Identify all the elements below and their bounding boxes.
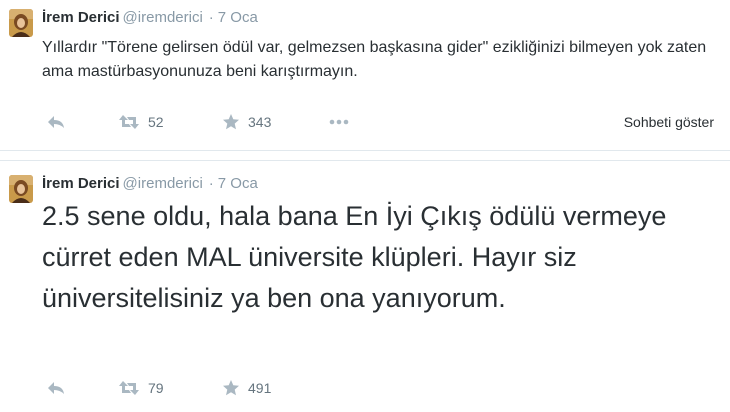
- more-dots-icon: [329, 119, 349, 125]
- retweet-icon: [119, 381, 139, 395]
- more-button[interactable]: [328, 111, 350, 133]
- reply-icon: [48, 382, 64, 394]
- avatar[interactable]: [9, 175, 33, 203]
- retweet-button[interactable]: 52: [118, 111, 164, 133]
- tweet: İrem Derici @iremderici · 7 Oca Yıllardır "…: [0, 0, 730, 150]
- tweet-text: Yıllardır "Törene gelirsen ödül var, gel…: [42, 39, 707, 80]
- reply-icon: [48, 116, 64, 128]
- retweet-button[interactable]: 79: [118, 377, 164, 399]
- retweet-count: 79: [148, 380, 164, 396]
- avatar-image: [9, 175, 33, 203]
- user-fullname[interactable]: İrem Derici: [42, 175, 120, 192]
- favorite-count: 343: [248, 114, 272, 130]
- tweet-actions: 52 343 Sohbeti göster: [42, 111, 722, 133]
- favorite-count: 491: [248, 380, 272, 396]
- show-conversation-link[interactable]: Sohbeti göster: [624, 111, 714, 133]
- separator: ·: [208, 175, 214, 192]
- tweet-text: 2.5 sene oldu, hala bana En İyi Çıkış öd…: [42, 201, 667, 313]
- retweet-icon: [119, 115, 139, 129]
- reply-button[interactable]: [46, 111, 66, 133]
- user-handle[interactable]: @iremderici: [123, 175, 203, 192]
- divider: [0, 160, 730, 161]
- tweet-timestamp[interactable]: 7 Oca: [218, 9, 258, 26]
- avatar[interactable]: [9, 9, 33, 37]
- favorite-button[interactable]: 491: [222, 377, 271, 399]
- favorite-button[interactable]: 343: [222, 111, 271, 133]
- star-icon: [223, 380, 239, 396]
- avatar-image: [9, 9, 33, 37]
- user-handle[interactable]: @iremderici: [123, 9, 203, 26]
- star-icon: [223, 114, 239, 130]
- separator: ·: [208, 9, 214, 26]
- tweet-actions: 79 491: [42, 377, 722, 399]
- divider: [0, 150, 730, 151]
- tweet-header: İrem Derici @iremderici · 7 Oca: [42, 174, 258, 194]
- tweet: İrem Derici @iremderici · 7 Oca 2.5 sene ol…: [0, 165, 730, 412]
- retweet-count: 52: [148, 114, 164, 130]
- reply-button[interactable]: [46, 377, 66, 399]
- tweet-timestamp[interactable]: 7 Oca: [218, 175, 258, 192]
- tweet-header: İrem Derici @iremderici · 7 Oca: [42, 8, 258, 28]
- user-fullname[interactable]: İrem Derici: [42, 9, 120, 26]
